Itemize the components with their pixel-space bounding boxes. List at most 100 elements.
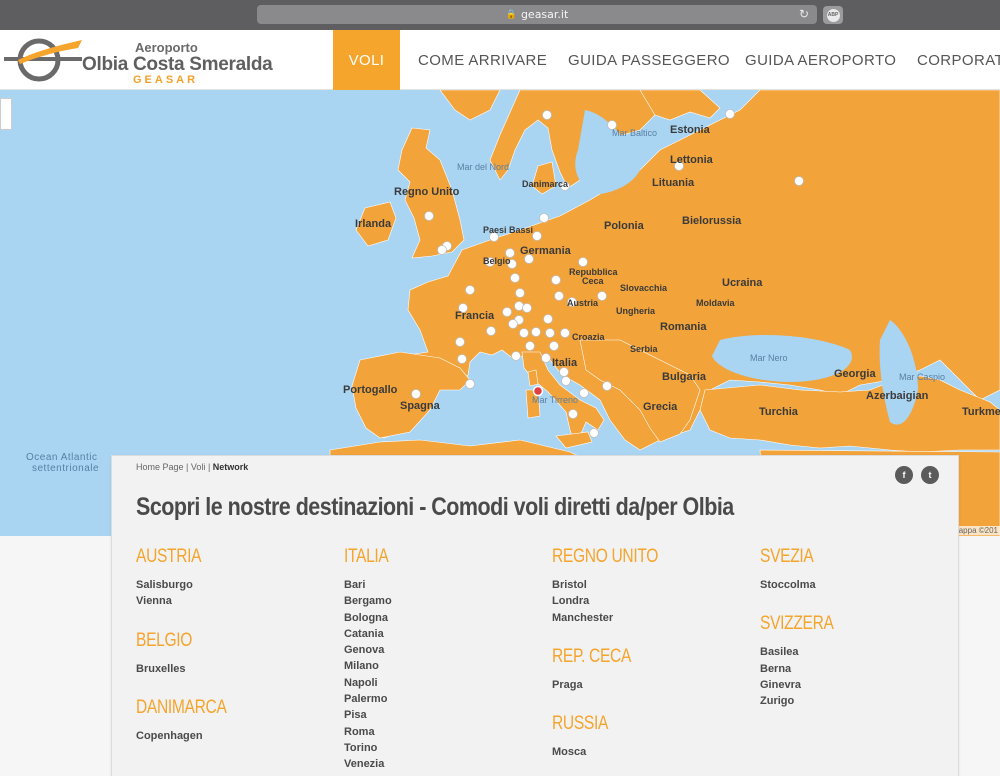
map-label-ceca: Ceca <box>582 276 604 286</box>
map-label-turchia: Turchia <box>759 406 798 418</box>
destinations-column-3: REGNO UNITO Bristol Londra Manchester RE… <box>552 544 752 776</box>
map-label-spagna: Spagna <box>400 400 440 412</box>
country-group-rep-ceca: REP. CECA Praga <box>552 644 752 693</box>
map-label-croazia: Croazia <box>572 332 605 342</box>
map-label-mar-baltico: Mar Baltico <box>612 128 658 138</box>
country-heading: SVEZIA <box>760 546 814 567</box>
nav-item-guida-aeroporto[interactable]: GUIDA AEROPORTO <box>745 30 899 90</box>
map-label-slovacchia: Slovacchia <box>620 283 668 293</box>
city-link[interactable]: Bruxelles <box>136 661 336 677</box>
breadcrumb-voli[interactable]: Voli <box>191 462 206 472</box>
map-label-austria: Austria <box>567 298 599 308</box>
nav-item-voli[interactable]: VOLI <box>333 30 400 90</box>
map-label-estonia: Estonia <box>670 124 710 136</box>
nav-item-guida-passeggero[interactable]: GUIDA PASSEGGERO <box>568 30 730 90</box>
logo-line-name: Olbia Costa Smeralda <box>82 54 273 75</box>
country-group-svizzera: SVIZZERA Basilea Berna Ginevra Zurigo <box>760 611 960 709</box>
city-link[interactable]: Bristol <box>552 577 752 593</box>
map-label-ocean-1: Ocean Atlantic <box>26 452 98 463</box>
adblock-icon: ABP <box>826 8 840 22</box>
map-label-grecia: Grecia <box>643 401 678 413</box>
city-link[interactable]: Bergamo <box>344 593 544 609</box>
reload-icon[interactable]: ↻ <box>799 7 809 21</box>
city-link[interactable]: Basilea <box>760 644 960 660</box>
map-label-francia: Francia <box>455 310 495 322</box>
map-label-moldavia: Moldavia <box>696 298 735 308</box>
country-group-italia: ITALIA Bari Bergamo Bologna Catania Geno… <box>344 544 544 773</box>
country-heading: SVIZZERA <box>760 613 834 635</box>
lock-icon: 🔒 <box>505 9 517 19</box>
map-label-lettonia: Lettonia <box>670 154 713 166</box>
map-label-georgia: Georgia <box>834 368 876 380</box>
map-label-germania: Germania <box>520 245 571 257</box>
destinations-column-1: AUSTRIA Salisburgo Vienna BELGIO Bruxell… <box>136 544 336 762</box>
address-url: geasar.it <box>520 8 569 21</box>
city-link[interactable]: Catania <box>344 626 544 642</box>
nav-item-come-arrivare[interactable]: COME ARRIVARE <box>418 30 551 90</box>
country-heading: AUSTRIA <box>136 546 202 567</box>
city-link[interactable]: Londra <box>552 593 752 609</box>
map-label-danimarca: Danimarca <box>522 179 569 189</box>
country-heading: RUSSIA <box>552 713 609 735</box>
country-group-belgio: BELGIO Bruxelles <box>136 628 336 677</box>
city-link[interactable]: Mosca <box>552 744 752 760</box>
site-logo[interactable]: Aeroporto Olbia Costa Smeralda GEASAR <box>4 36 273 86</box>
map-search-box[interactable] <box>0 98 12 130</box>
city-link[interactable]: Torino <box>344 740 544 756</box>
facebook-share-button[interactable]: f <box>895 466 913 484</box>
country-heading: BELGIO <box>136 629 193 651</box>
city-link[interactable]: Praga <box>552 677 752 693</box>
city-link[interactable]: Milano <box>344 658 544 674</box>
map-label-lituania: Lituania <box>652 177 695 189</box>
facebook-icon: f <box>902 470 906 480</box>
map-label-bulgaria: Bulgaria <box>662 371 707 383</box>
city-link[interactable]: Napoli <box>344 675 544 691</box>
map-label-mar-caspio: Mar Caspio <box>899 372 946 382</box>
map-label-bielorussia: Bielorussia <box>682 215 742 227</box>
city-link[interactable]: Palermo <box>344 691 544 707</box>
country-heading: DANIMARCA <box>136 696 227 718</box>
adblock-extension-button[interactable]: ABP <box>823 6 843 24</box>
city-link[interactable]: Venezia <box>344 756 544 772</box>
address-bar[interactable]: 🔒 geasar.it ↻ <box>257 5 817 24</box>
city-link[interactable]: Genova <box>344 642 544 658</box>
city-link[interactable]: Bari <box>344 577 544 593</box>
map-label-mar-tirreno: Mar Tirreno <box>532 395 579 405</box>
city-link[interactable]: Berna <box>760 661 960 677</box>
city-link[interactable]: Copenhagen <box>136 728 336 744</box>
country-group-regno-unito: REGNO UNITO Bristol Londra Manchester <box>552 544 752 626</box>
map-label-mar-del-nord: Mar del Nord <box>457 162 510 172</box>
city-link[interactable]: Ginevra <box>760 677 960 693</box>
browser-toolbar: 🔒 geasar.it ↻ ABP <box>0 0 1000 30</box>
map-label-azerbaigian: Azerbaigian <box>866 390 929 402</box>
map-label-paesi-bassi: Paesi Bassi <box>483 225 534 235</box>
map-copyright: appa ©201 <box>956 526 1000 535</box>
map-label-ucraina: Ucraina <box>722 277 763 289</box>
twitter-share-button[interactable]: t <box>921 466 939 484</box>
city-link[interactable]: Pisa <box>344 707 544 723</box>
map-label-serbia: Serbia <box>630 344 658 354</box>
logo-line-aeroporto: Aeroporto <box>135 40 198 55</box>
country-heading: REGNO UNITO <box>552 546 659 567</box>
destinations-panel: Home Page | Voli | Network f t Scopri le… <box>111 455 959 776</box>
breadcrumb-home[interactable]: Home Page <box>136 462 184 472</box>
logo-line-geasar: GEASAR <box>133 74 199 86</box>
breadcrumb-separator: | <box>186 462 189 472</box>
city-link[interactable]: Roma <box>344 724 544 740</box>
site-header: Aeroporto Olbia Costa Smeralda GEASAR VO… <box>0 30 1000 90</box>
city-link[interactable]: Vienna <box>136 593 336 609</box>
map-label-turkmen: Turkme <box>962 406 1000 418</box>
nav-item-corporate[interactable]: CORPORATE <box>917 30 1000 90</box>
city-link[interactable]: Zurigo <box>760 693 960 709</box>
map-label-mar-nero: Mar Nero <box>750 353 788 363</box>
map-label-ungheria: Ungheria <box>616 306 656 316</box>
map-label-regno-unito: Regno Unito <box>394 186 460 198</box>
city-link[interactable]: Bologna <box>344 610 544 626</box>
city-link[interactable]: Manchester <box>552 610 752 626</box>
city-link[interactable]: Salisburgo <box>136 577 336 593</box>
map-label-polonia: Polonia <box>604 220 644 232</box>
city-link[interactable]: Stoccolma <box>760 577 960 593</box>
breadcrumb-current: Network <box>212 462 249 472</box>
breadcrumb-separator: | <box>207 462 211 472</box>
map-label-belgio: Belgio <box>483 256 511 266</box>
